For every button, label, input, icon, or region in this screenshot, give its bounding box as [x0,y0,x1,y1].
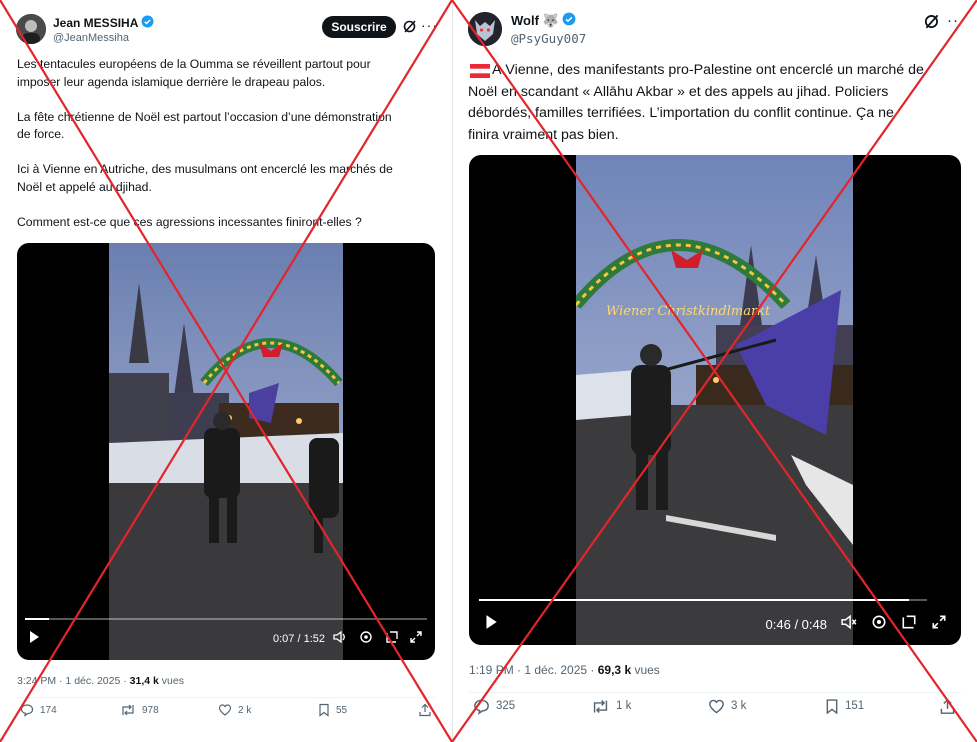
reply-icon [20,703,34,717]
tweet-jean-messiha: Jean MESSIHA @JeanMessiha Souscrire ··· … [0,0,452,742]
more-options-icon[interactable]: ·· [947,12,959,29]
tweet-text: À Vienne, des manifestants pro-Palestine… [468,62,924,143]
author-handle[interactable]: @JeanMessiha [53,32,154,44]
divider [17,697,435,698]
video-player[interactable]: Wiener Christkindlmarkt 0:46 / 0:48 [469,155,961,645]
author-handle[interactable]: @PsyGuy007 [511,31,586,46]
market-sign-text: Wiener Christkindlmarkt [606,304,771,319]
volume-icon[interactable] [333,630,347,649]
like-count: 2 k [238,704,252,716]
reply-count: 325 [496,700,516,712]
share-button[interactable] [418,703,432,717]
video-progress-fill [479,599,910,601]
reply-icon [473,698,490,715]
author-name[interactable]: Wolf 🐺 [511,13,559,29]
fullscreen-icon[interactable] [409,630,423,649]
tweet-meta: 3:24 PM · 1 déc. 2025 · 31,4 k vues [17,675,184,687]
video-time: 0:46 / 0:48 [765,616,827,632]
verified-badge-icon [562,12,576,29]
heart-icon [218,703,232,717]
settings-gear-icon[interactable] [359,630,373,649]
bookmark-icon [318,703,330,717]
tweet-timestamp[interactable]: 3:24 PM · 1 déc. 2025 · [17,675,130,687]
video-frame [109,243,343,660]
share-button[interactable] [939,698,956,715]
grok-icon[interactable] [402,18,418,39]
reply-button[interactable]: 325 [473,698,515,715]
tweet-header: Jean MESSIHA @JeanMessiha [16,14,154,44]
heart-icon [708,698,725,715]
repost-icon [591,698,610,715]
video-controls: 0:07 / 1:52 [17,618,435,660]
play-icon[interactable] [27,630,41,649]
share-icon [939,698,956,715]
views-count: 69,3 k [597,663,632,677]
repost-icon [120,703,136,717]
tweet-meta: 1:19 PM · 1 déc. 2025 · 69,3 k vues [469,663,660,677]
tweet-wolf: Wolf 🐺 @PsyGuy007 ·· À Vienne, des manif… [452,0,977,742]
video-time: 0:07 / 1:52 [273,633,325,645]
video-frame: Wiener Christkindlmarkt [576,155,853,645]
repost-button[interactable]: 978 [120,703,159,717]
fullscreen-icon[interactable] [931,614,947,635]
subscribe-button[interactable]: Souscrire [322,16,396,38]
divider [469,692,961,693]
picture-in-picture-icon[interactable] [901,614,917,635]
bookmark-icon [825,698,839,715]
repost-count: 1 k [616,700,632,712]
picture-in-picture-icon[interactable] [385,630,399,649]
like-count: 3 k [731,700,747,712]
views-label: vues [158,675,184,687]
like-button[interactable]: 2 k [218,703,251,717]
settings-gear-icon[interactable] [871,614,887,635]
tweet-text: Les tentacules européens de la Oumma se … [17,57,393,229]
like-button[interactable]: 3 k [708,698,746,715]
muted-volume-icon[interactable] [841,614,857,635]
repost-count: 978 [142,704,159,716]
grok-icon[interactable] [923,12,941,35]
views-label: vues [631,663,660,677]
tweet-timestamp[interactable]: 1:19 PM · 1 déc. 2025 · [469,663,598,677]
tweet-header: Wolf 🐺 @PsyGuy007 [468,12,586,46]
more-options-icon[interactable]: ··· [421,17,438,33]
bookmark-button[interactable]: 151 [825,698,864,715]
views-count: 31,4 k [129,675,159,687]
bookmark-count: 151 [845,700,865,712]
reply-count: 174 [40,704,57,716]
author-name[interactable]: Jean MESSIHA [53,16,138,30]
reply-button[interactable]: 174 [20,703,57,717]
play-icon[interactable] [483,614,499,635]
share-icon [418,703,432,717]
avatar[interactable] [16,14,46,44]
video-progress-track[interactable] [479,599,927,601]
verified-badge-icon [141,15,154,31]
video-controls: 0:46 / 0:48 [469,603,961,645]
repost-button[interactable]: 1 k [591,698,631,715]
video-player[interactable]: 0:07 / 1:52 [17,243,435,660]
bookmark-count: 55 [336,704,348,716]
avatar[interactable] [468,12,502,46]
bookmark-button[interactable]: 55 [318,703,347,717]
